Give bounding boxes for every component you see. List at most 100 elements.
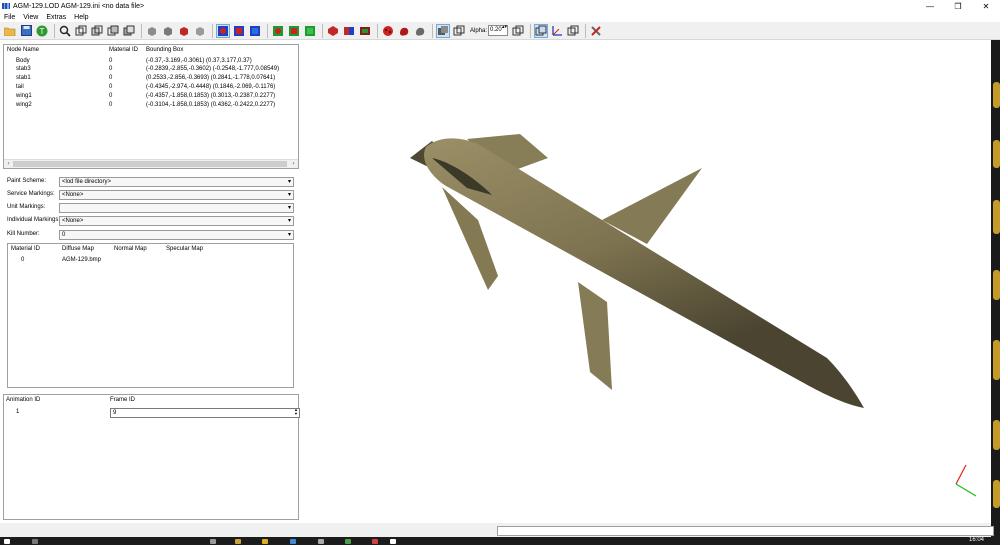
solid-gray-3-icon[interactable]	[193, 24, 207, 38]
frame-id-header[interactable]: Frame ID	[110, 397, 135, 403]
cube-wire-front-icon[interactable]	[90, 24, 104, 38]
cube-wire-side-icon[interactable]	[106, 24, 120, 38]
cube-wire-icon[interactable]	[74, 24, 88, 38]
blue-box-icon[interactable]	[216, 23, 230, 38]
box-3-icon[interactable]	[511, 24, 525, 38]
material-id-header[interactable]: Material ID	[109, 47, 138, 53]
open-folder-icon[interactable]	[3, 24, 17, 38]
specular-map-header[interactable]: Specular Map	[166, 246, 203, 252]
paint-scheme-select[interactable]: <lod file directory> ▾	[59, 177, 294, 187]
green-box-icon[interactable]	[271, 24, 285, 38]
red-shape-2-icon[interactable]	[342, 24, 356, 38]
window-controls: — ❐ ✕	[916, 0, 1000, 12]
node-material: 0	[109, 75, 113, 81]
box-2-icon[interactable]	[452, 24, 466, 38]
node-name[interactable]: stab1	[16, 75, 31, 84]
kill-number-select[interactable]: 0 ▾	[59, 230, 294, 240]
zoom-fit-icon[interactable]	[58, 24, 72, 38]
map-material-id[interactable]: 0	[21, 257, 24, 266]
app-taskbar-icon-2[interactable]	[318, 539, 324, 544]
background-shape	[993, 82, 1000, 108]
search-icon[interactable]	[32, 539, 38, 544]
axes-icon[interactable]	[550, 24, 564, 38]
tools-icon[interactable]	[589, 24, 603, 38]
scroll-thumb[interactable]	[13, 161, 287, 167]
toolbar-separator	[530, 23, 532, 38]
green-box-3-icon[interactable]	[303, 24, 317, 38]
blue-box-2-icon[interactable]	[232, 24, 246, 38]
spin-arrows-icon[interactable]: ▲ ▼	[294, 408, 298, 416]
unit-markings-select[interactable]: ▾	[59, 203, 294, 213]
blue-box-3-icon[interactable]	[248, 24, 262, 38]
menu-help[interactable]: Help	[70, 14, 92, 21]
diffuse-map-header[interactable]: Diffuse Map	[62, 246, 94, 252]
animation-id-header[interactable]: Animation ID	[6, 397, 40, 403]
chevron-down-icon: ▾	[287, 232, 291, 238]
diffuse-map-value[interactable]: AGM-129.bmp	[62, 257, 101, 266]
missile-model[interactable]	[410, 134, 864, 408]
ladybug-icon[interactable]	[381, 24, 395, 38]
bounding-box-header[interactable]: Bounding Box	[146, 47, 183, 53]
app-logo-icon	[2, 3, 10, 9]
maximize-button[interactable]: ❐	[944, 0, 972, 12]
chevron-down-icon: ▾	[287, 192, 291, 198]
start-icon[interactable]	[4, 539, 10, 544]
animation-id-value: 1	[16, 409, 20, 415]
save-icon[interactable]	[19, 24, 33, 38]
toolbar-separator	[432, 23, 433, 38]
task-view-icon[interactable]	[210, 539, 216, 544]
menu-extras[interactable]: Extras	[42, 14, 70, 21]
red-blob-icon[interactable]	[397, 24, 411, 38]
box-icon[interactable]	[436, 23, 450, 38]
minimize-button[interactable]: —	[916, 0, 944, 12]
map-material-id-header[interactable]: Material ID	[11, 246, 40, 252]
texture-t-icon[interactable]: T	[35, 24, 49, 38]
red-shape-icon[interactable]	[326, 24, 340, 38]
node-bbox: (-0.2839,-2.855,-0.3602) (-0.2548,-1.777…	[146, 66, 280, 72]
axis-y-line	[955, 483, 977, 497]
service-markings-select[interactable]: <None> ▾	[59, 190, 294, 200]
box-5-icon[interactable]	[566, 24, 580, 38]
solid-gray-icon[interactable]	[145, 24, 159, 38]
app-taskbar-icon-5[interactable]	[390, 539, 396, 544]
node-name[interactable]: stab3	[16, 66, 31, 75]
service-markings-label: Service Markings:	[7, 191, 55, 197]
toolbar-separator	[377, 23, 378, 38]
frame-id-spinbox[interactable]: 9 ▲ ▼	[110, 408, 300, 418]
node-name-header[interactable]: Node Name	[7, 47, 39, 53]
close-button[interactable]: ✕	[972, 0, 1000, 12]
solid-red-icon[interactable]	[177, 24, 191, 38]
taskbar-clock[interactable]: 16:04	[969, 537, 984, 543]
cube-wire-top-icon[interactable]	[122, 24, 136, 38]
toolbar-separator	[322, 23, 323, 38]
node-list-scrollbar[interactable]: ‹ ›	[4, 159, 298, 168]
node-bbox: (0.2533,-2.856,-0.3693) (0.2841,-1.778,0…	[146, 75, 276, 81]
alpha-spinbox[interactable]: 0.20	[488, 25, 509, 36]
box-4-icon[interactable]	[534, 23, 549, 38]
node-name[interactable]: tail	[16, 84, 24, 93]
taskbar: 16:04	[0, 537, 1000, 545]
app-taskbar-icon-4[interactable]	[372, 539, 378, 544]
menu-view[interactable]: View	[19, 14, 42, 21]
chevron-down-icon: ▾	[287, 218, 291, 224]
menu-file[interactable]: File	[0, 14, 19, 21]
explorer-icon[interactable]	[235, 539, 241, 544]
node-name[interactable]: wing1	[16, 93, 32, 102]
paint-scheme-label: Paint Scheme:	[7, 178, 47, 184]
status-field	[497, 526, 994, 536]
individual-markings-select[interactable]: <None> ▾	[59, 216, 294, 226]
solid-gray-2-icon[interactable]	[161, 24, 175, 38]
scroll-right-icon[interactable]: ›	[289, 160, 298, 169]
scroll-left-icon[interactable]: ‹	[4, 160, 13, 169]
gray-blob-icon[interactable]	[413, 24, 427, 38]
node-material: 0	[109, 66, 113, 72]
green-box-2-icon[interactable]	[287, 24, 301, 38]
node-name[interactable]: wing2	[16, 102, 32, 111]
red-shape-3-icon[interactable]	[358, 24, 372, 38]
3d-viewport[interactable]	[302, 40, 992, 523]
browser-icon[interactable]	[290, 539, 296, 544]
app-taskbar-icon-3[interactable]	[345, 539, 351, 544]
app-taskbar-icon[interactable]	[262, 539, 268, 544]
normal-map-header[interactable]: Normal Map	[114, 246, 147, 252]
individual-markings-value: <None>	[62, 218, 84, 224]
